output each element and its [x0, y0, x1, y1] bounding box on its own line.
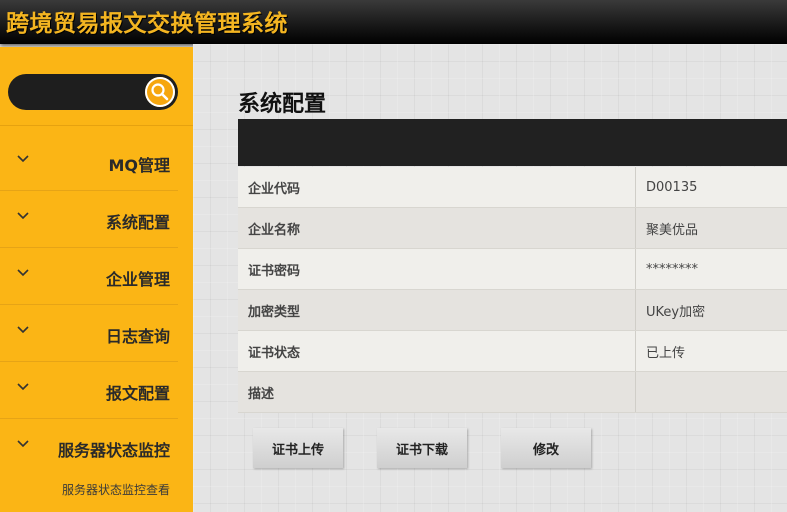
row-value: 已上传	[635, 330, 787, 372]
table-header-bar	[238, 119, 787, 166]
row-value: 聚美优品	[635, 207, 787, 249]
search-button[interactable]	[145, 77, 175, 107]
table-row: 加密类型 UKey加密	[238, 289, 787, 331]
page-title: 系统配置	[238, 92, 327, 117]
app-title: 跨境贸易报文交换管理系统	[6, 10, 288, 37]
sidebar-item-server-monitor[interactable]: 服务器状态监控	[0, 418, 178, 475]
sidebar-item-label: 系统配置	[105, 213, 170, 232]
row-value: ********	[635, 248, 787, 290]
sidebar-subitem-server-monitor-view[interactable]: 服务器状态监控查看	[62, 481, 170, 498]
table-row: 证书密码 ********	[238, 248, 787, 290]
chevron-down-icon	[17, 440, 29, 448]
row-key: 描述	[238, 371, 636, 413]
row-key: 证书状态	[238, 330, 636, 372]
sidebar-item-label: 报文配置	[105, 384, 170, 403]
sidebar-divider	[0, 125, 193, 126]
table-row: 描述	[238, 371, 787, 413]
row-key: 企业名称	[238, 207, 636, 249]
download-certificate-button[interactable]: 证书下载	[377, 428, 467, 468]
config-table: 企业代码 D00135 企业名称 聚美优品 证书密码 ******** 加密类型…	[238, 167, 787, 413]
app-header: 跨境贸易报文交换管理系统	[0, 0, 787, 44]
sidebar-item-enterprise[interactable]: 企业管理	[0, 247, 178, 305]
search-box	[8, 74, 178, 110]
chevron-down-icon	[17, 326, 29, 334]
upload-certificate-button[interactable]: 证书上传	[253, 428, 343, 468]
chevron-down-icon	[17, 155, 29, 163]
sidebar-item-system-config[interactable]: 系统配置	[0, 190, 178, 248]
row-value	[635, 371, 787, 413]
sidebar-item-label: 服务器状态监控	[57, 441, 170, 460]
chevron-down-icon	[17, 269, 29, 277]
row-value: D00135	[635, 167, 787, 208]
edit-button[interactable]: 修改	[501, 428, 591, 468]
sidebar-item-log-query[interactable]: 日志查询	[0, 304, 178, 362]
chevron-down-icon	[17, 383, 29, 391]
chevron-down-icon	[17, 212, 29, 220]
table-row: 证书状态 已上传	[238, 330, 787, 372]
sidebar-item-label: 企业管理	[105, 270, 170, 289]
row-value: UKey加密	[635, 289, 787, 331]
sidebar-item-message-config[interactable]: 报文配置	[0, 361, 178, 419]
sidebar-item-label: MQ管理	[108, 156, 170, 175]
search-input[interactable]	[20, 81, 144, 105]
sidebar-item-label: 日志查询	[105, 327, 170, 346]
table-row: 企业代码 D00135	[238, 167, 787, 208]
sidebar: MQ管理 系统配置 企业管理 日志查询 报文配置 服务器状态监控 服务器状态监控…	[0, 47, 193, 512]
row-key: 证书密码	[238, 248, 636, 290]
table-row: 企业名称 聚美优品	[238, 207, 787, 249]
main-content: 系统配置 企业代码 D00135 企业名称 聚美优品 证书密码 ********…	[193, 44, 787, 512]
sidebar-item-mq[interactable]: MQ管理	[0, 133, 178, 191]
search-icon	[151, 83, 169, 101]
row-key: 企业代码	[238, 167, 636, 208]
row-key: 加密类型	[238, 289, 636, 331]
